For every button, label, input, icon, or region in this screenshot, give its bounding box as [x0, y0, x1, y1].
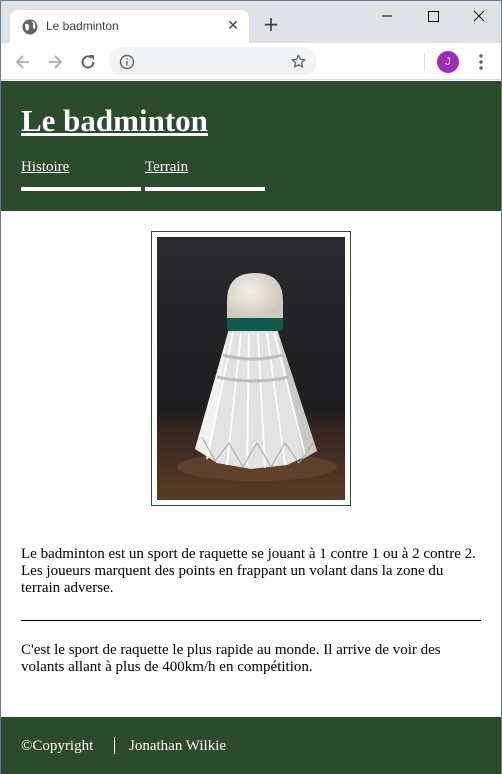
profile-avatar[interactable]: J: [437, 51, 459, 73]
shuttlecock-figure: [151, 231, 351, 506]
toolbar-separator: [424, 53, 425, 71]
nav-link-terrain[interactable]: Terrain: [145, 159, 188, 175]
window-close-icon[interactable]: [456, 1, 502, 31]
bookmark-star-icon[interactable]: [290, 53, 307, 70]
maximize-icon[interactable]: [410, 1, 456, 31]
address-bar[interactable]: [109, 47, 317, 76]
nav-item-histoire: Histoire: [21, 158, 141, 191]
new-tab-button[interactable]: +: [262, 14, 280, 34]
minimize-icon[interactable]: [364, 1, 410, 31]
browser-tab[interactable]: Le badminton ✕: [10, 10, 249, 43]
browser-tabstrip: Le badminton ✕ +: [1, 1, 501, 43]
footer-copyright: ©Copyright: [21, 738, 94, 754]
footer-separator: [114, 737, 115, 754]
browser-toolbar: J: [1, 43, 501, 80]
site-title[interactable]: Le badminton: [21, 103, 208, 139]
info-icon[interactable]: [119, 54, 135, 70]
site-footer: ©Copyright Jonathan Wilkie: [1, 717, 501, 774]
fact-paragraph: C'est le sport de raquette le plus rapid…: [21, 642, 441, 675]
reload-icon[interactable]: [78, 52, 98, 72]
footer-author: Jonathan Wilkie: [129, 738, 227, 754]
tab-close-icon[interactable]: ✕: [225, 18, 241, 34]
kebab-menu-icon[interactable]: [475, 52, 487, 72]
back-arrow-icon[interactable]: [13, 52, 33, 72]
site-header: Le badminton Histoire Terrain: [1, 81, 501, 211]
content-divider: [21, 620, 481, 621]
forward-arrow-icon[interactable]: [45, 52, 65, 72]
nav-link-histoire[interactable]: Histoire: [21, 159, 69, 175]
globe-icon: [22, 19, 38, 35]
tab-title: Le badminton: [46, 19, 119, 33]
intro-paragraph: Le badminton est un sport de raquette se…: [21, 546, 476, 596]
web-page: Le badminton Histoire Terrain Le badmint…: [1, 81, 501, 774]
shuttlecock-image: [157, 237, 345, 500]
nav-item-terrain: Terrain: [145, 158, 265, 191]
